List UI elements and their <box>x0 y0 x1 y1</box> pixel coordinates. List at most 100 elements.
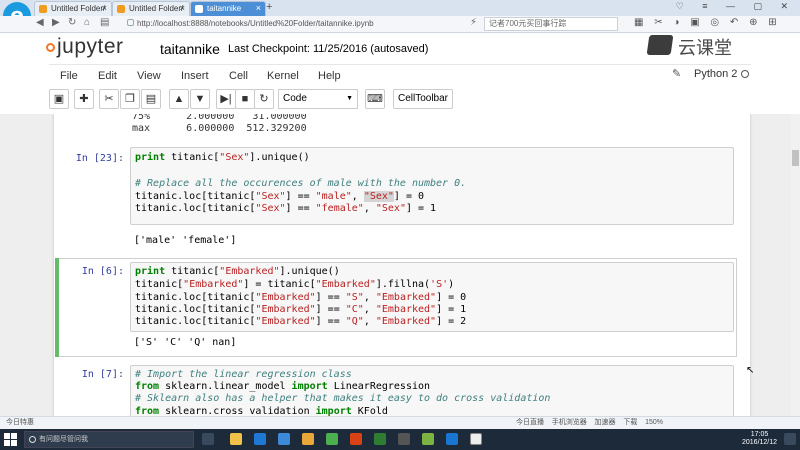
move-up-button[interactable]: ▲ <box>169 89 189 109</box>
cell-prompt: In [6]: <box>81 266 124 277</box>
menu-view[interactable]: View <box>137 70 161 82</box>
code-token: ].unique() <box>249 152 310 163</box>
windows-start-icon[interactable] <box>4 433 17 446</box>
code-token: "Embarked" <box>375 304 437 315</box>
taskbar-search-text: 有问题尽管问我 <box>39 436 88 443</box>
status-left[interactable]: 今日特惠 <box>6 417 34 429</box>
home-icon[interactable]: ⌂ <box>84 17 90 28</box>
brand-logo-icon <box>646 35 674 55</box>
prev-output-line: 75% 2.000000 31.000000 <box>132 114 307 122</box>
code-token: print <box>135 152 166 163</box>
jupyter-orb-icon <box>46 42 55 52</box>
tab-label: Untitled Folder/ <box>51 4 106 13</box>
menu-insert[interactable]: Insert <box>181 70 209 82</box>
code-token: "Embarked" <box>255 304 316 315</box>
cell-output: ['S' 'C' 'Q' nan] <box>134 337 237 348</box>
app-icon[interactable] <box>422 433 434 445</box>
search-text: 记者700元买回事行踪 <box>489 19 567 28</box>
notebook-name[interactable]: taitannike <box>160 41 220 57</box>
browser-search-input[interactable]: 记者700元买回事行踪 <box>484 17 618 31</box>
browser-tools-icons[interactable]: ▦ ✂ ◑ ▣ ◎ ↶ ⊕ ⊞ <box>634 17 781 28</box>
plus-icon: ✚ <box>79 93 89 105</box>
chrome-icon[interactable] <box>326 433 338 445</box>
browser-tab-3[interactable]: taitannike × <box>190 1 266 16</box>
cell-toolbar-button[interactable]: CellToolbar <box>393 89 453 109</box>
code-token: ].unique() <box>279 266 340 277</box>
edge-browser-icon[interactable] <box>254 433 266 445</box>
notebook-scroll-area[interactable]: 75% 2.000000 31.000000 max 6.000000 512.… <box>0 114 800 416</box>
code-token: "Embarked" <box>255 316 316 327</box>
copy-button[interactable]: ❐ <box>120 89 140 109</box>
clock-date: 2016/12/12 <box>742 439 778 446</box>
code-token: ] == <box>285 203 316 214</box>
excel-icon[interactable] <box>374 433 386 445</box>
active-app-icon[interactable] <box>470 433 482 445</box>
code-line: from sklearn.cross_validation import KFo… <box>135 406 388 416</box>
vertical-scrollbar[interactable] <box>791 114 800 416</box>
menu-file[interactable]: File <box>60 70 78 82</box>
save-button[interactable]: ▣ <box>49 89 69 109</box>
paste-button[interactable]: ▤ <box>141 89 161 109</box>
restart-button[interactable]: ↻ <box>254 89 274 109</box>
code-token: "Q" <box>345 316 364 327</box>
save-icon: ▣ <box>53 93 65 105</box>
chevron-down-icon: ▼ <box>346 95 353 102</box>
code-token: "Embarked" <box>255 292 316 303</box>
task-view-icon[interactable] <box>202 433 214 445</box>
cell-type-select[interactable]: Code ▼ <box>278 89 358 109</box>
window-controls-icon[interactable]: ♡ ≡ — ▢ ✕ <box>676 1 796 12</box>
scrollbar-thumb[interactable] <box>792 150 799 166</box>
app-icon[interactable] <box>302 433 314 445</box>
notification-icon[interactable] <box>784 433 796 445</box>
powerpoint-icon[interactable] <box>350 433 362 445</box>
code-line: titanic.loc[titanic["Embarked"] == "S", … <box>135 292 466 304</box>
copy-icon: ❐ <box>125 93 135 105</box>
code-token: , <box>351 191 364 202</box>
dropdown-icon[interactable]: ⚡ <box>470 17 477 28</box>
menu-help[interactable]: Help <box>318 70 341 82</box>
code-cell-input[interactable]: print titanic["Sex"].unique() # Replace … <box>130 147 734 225</box>
menu-kernel[interactable]: Kernel <box>267 70 299 82</box>
move-down-button[interactable]: ▼ <box>190 89 210 109</box>
app-icon[interactable] <box>446 433 458 445</box>
cut-icon: ✂ <box>104 93 114 105</box>
menu-cell[interactable]: Cell <box>229 70 248 82</box>
interrupt-button[interactable]: ■ <box>235 89 255 109</box>
forward-icon[interactable]: ▶ <box>52 17 60 28</box>
code-token: "Sex" <box>375 203 406 214</box>
browser-tab-1[interactable]: Untitled Folder/× <box>34 1 112 16</box>
tab-list-icon[interactable]: ▤ <box>100 17 109 28</box>
refresh-icon: ↻ <box>259 93 269 105</box>
insert-cell-button[interactable]: ✚ <box>74 89 94 109</box>
code-token: sklearn.linear_model <box>159 381 292 392</box>
code-token: "Embarked" <box>375 292 437 303</box>
jupyter-logo[interactable]: jupyter <box>46 35 124 59</box>
refresh-icon[interactable]: ↻ <box>68 17 76 28</box>
back-icon[interactable]: ◀ <box>36 17 44 28</box>
system-clock[interactable]: 17:05 2016/12/12 <box>742 431 777 447</box>
code-cell-input[interactable]: # Import the linear regression class fro… <box>130 365 734 416</box>
close-icon[interactable]: × <box>256 2 261 15</box>
code-token: ] = titanic[ <box>243 279 316 290</box>
status-right[interactable]: 今日直播 手机浏览器 加速器 下载 150% <box>516 417 663 429</box>
cell-prompt: In [23]: <box>75 153 124 164</box>
menu-edit[interactable]: Edit <box>98 70 117 82</box>
terminal-icon[interactable] <box>398 433 410 445</box>
code-token: ] == <box>315 292 346 303</box>
new-tab-icon[interactable]: + <box>266 1 272 13</box>
kernel-status-icon <box>741 70 750 78</box>
run-cell-button[interactable]: ▶| <box>216 89 236 109</box>
prev-output-line: max 6.000000 512.329200 <box>132 123 307 134</box>
code-token: ] = 2 <box>436 316 467 327</box>
browser-tab-2[interactable]: Untitled Folder/× <box>112 1 190 16</box>
taskbar-search-input[interactable]: 有问题尽管问我 <box>24 431 194 448</box>
close-icon[interactable]: × <box>102 2 107 15</box>
cut-button[interactable]: ✂ <box>99 89 119 109</box>
close-icon[interactable]: × <box>180 2 185 15</box>
ie-browser-icon[interactable] <box>278 433 290 445</box>
code-token: , <box>363 203 376 214</box>
code-cell-input[interactable]: print titanic["Embarked"].unique() titan… <box>130 262 734 332</box>
command-palette-button[interactable]: ⌨ <box>365 89 385 109</box>
file-explorer-icon[interactable] <box>230 433 242 445</box>
url-input[interactable]: http://localhost:8888/notebooks/Untitled… <box>127 17 467 31</box>
